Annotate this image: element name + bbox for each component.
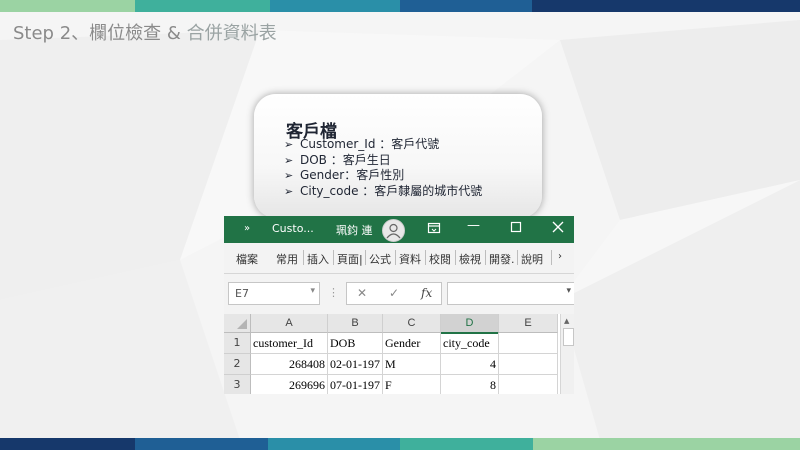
table-cell[interactable]: 268408: [251, 354, 328, 375]
table-cell[interactable]: 8: [441, 375, 499, 394]
table-cell[interactable]: [499, 333, 558, 354]
table-cell[interactable]: [499, 354, 558, 375]
formula-bar: E7 ▾ ⋮ ✕ ✓ fx ▾: [224, 274, 574, 314]
column-header-e[interactable]: E: [499, 314, 558, 333]
arrow-bullet-icon: ➢: [284, 184, 294, 198]
stripe-segment: [400, 438, 533, 450]
table-cell[interactable]: F: [383, 375, 441, 394]
arrow-bullet-icon: ➢: [284, 169, 294, 182]
column-header-a[interactable]: A: [251, 314, 328, 333]
list-item-text: City_code ：客戶隸屬的城市代號: [300, 183, 483, 198]
stripe-segment: [0, 0, 135, 12]
tab-divider: [333, 250, 334, 265]
close-icon[interactable]: [552, 221, 564, 237]
minimize-icon[interactable]: —: [467, 218, 480, 233]
chevron-down-icon[interactable]: ▾: [310, 286, 315, 296]
name-box-value: E7: [235, 287, 249, 300]
tab-formulas[interactable]: 公式: [369, 251, 391, 267]
tab-page-layout[interactable]: 頁面|: [337, 251, 363, 267]
stripe-segment: [268, 438, 400, 450]
tab-review[interactable]: 校閱: [429, 251, 451, 267]
name-box[interactable]: E7 ▾: [228, 282, 320, 305]
tab-home[interactable]: 常用: [276, 251, 298, 267]
table-cell[interactable]: 07-01-197: [328, 375, 383, 394]
tab-divider: [485, 250, 486, 265]
table-cell[interactable]: 4: [441, 354, 499, 375]
scroll-up-icon[interactable]: ▲: [564, 317, 569, 325]
window-title: Custo...: [272, 222, 314, 235]
slide-title-merge: 合併資料表: [186, 23, 277, 44]
top-color-stripe: [0, 0, 800, 12]
table-cell[interactable]: [499, 375, 558, 394]
user-name[interactable]: 珮鈞 連: [336, 222, 373, 238]
tab-divider: [455, 250, 456, 265]
tab-insert[interactable]: 插入: [307, 251, 329, 267]
table-cell[interactable]: M: [383, 354, 441, 375]
worksheet-grid: A B C D E 1 customer_Id DOB Gender city_…: [224, 314, 560, 394]
table-cell[interactable]: customer_Id: [251, 333, 328, 354]
slide-title: Step 2、欄位檢查 & 合併資料表: [13, 19, 277, 45]
excel-window: » Custo... 珮鈞 連 — 檔案 常用 插入 頁面| 公式 資料 校閱 …: [224, 216, 574, 394]
stripe-segment: [135, 0, 270, 12]
tab-divider: [517, 250, 518, 265]
table-cell[interactable]: 269696: [251, 375, 328, 394]
user-avatar-icon[interactable]: [382, 219, 405, 242]
maximize-icon[interactable]: [510, 221, 522, 237]
table-cell[interactable]: 02-01-197: [328, 354, 383, 375]
tab-divider: [395, 250, 396, 265]
column-header-c[interactable]: C: [383, 314, 441, 333]
field-list: ➢ Customer_Id ：客戶代號 ➢ DOB ：客戶生日 ➢ Gender：客戶…: [284, 137, 482, 199]
list-item: ➢ Gender：客戶性別: [284, 168, 482, 184]
list-item: ➢ Customer_Id ：客戶代號: [284, 137, 482, 153]
check-icon[interactable]: ✓: [389, 286, 399, 300]
arrow-bullet-icon: ➢: [284, 138, 294, 151]
row-header[interactable]: 2: [224, 354, 251, 375]
formula-input[interactable]: ▾: [447, 282, 574, 305]
ribbon-scroll-right-icon[interactable]: ›: [558, 251, 562, 262]
more-options-icon[interactable]: ⋮: [328, 286, 339, 299]
excel-title-bar: » Custo... 珮鈞 連 —: [224, 216, 574, 243]
formula-buttons: ✕ ✓ fx: [346, 282, 442, 305]
select-all-corner[interactable]: [224, 314, 251, 333]
stripe-segment: [533, 438, 800, 450]
stripe-segment: [0, 438, 135, 450]
tab-file[interactable]: 檔案: [236, 251, 258, 267]
column-header-d[interactable]: D: [441, 314, 499, 334]
stripe-segment: [400, 0, 532, 12]
stripe-segment: [135, 438, 268, 450]
list-item-text: DOB ：客戶生日: [300, 152, 391, 167]
table-cell[interactable]: DOB: [328, 333, 383, 354]
table-cell[interactable]: Gender: [383, 333, 441, 354]
insert-function-icon[interactable]: fx: [421, 286, 432, 300]
list-item: ➢ DOB ：客戶生日: [284, 153, 482, 169]
arrow-bullet-icon: ➢: [284, 153, 294, 167]
stripe-segment: [270, 0, 400, 12]
row-header[interactable]: 1: [224, 333, 251, 354]
tab-view[interactable]: 檢視: [459, 251, 481, 267]
ribbon-tabs: 檔案 常用 插入 頁面| 公式 資料 校閱 檢視 開發. 說明 ›: [224, 243, 574, 274]
customer-file-card: 客戶檔 ➢ Customer_Id ：客戶代號 ➢ DOB ：客戶生日 ➢ Gende…: [254, 94, 542, 218]
expand-formula-bar-icon[interactable]: ▾: [566, 286, 571, 296]
tab-divider: [303, 250, 304, 265]
tab-help[interactable]: 說明: [521, 251, 543, 267]
tab-data[interactable]: 資料: [399, 251, 421, 267]
row-header[interactable]: 3: [224, 375, 251, 394]
tab-divider: [551, 250, 552, 265]
list-item: ➢ City_code ：客戶隸屬的城市代號: [284, 184, 482, 200]
scrollbar-thumb[interactable]: [563, 328, 574, 346]
tab-divider: [365, 250, 366, 265]
bottom-color-stripe: [0, 438, 800, 450]
vertical-scrollbar[interactable]: ▲: [560, 314, 574, 394]
slide-title-step: Step 2、欄位檢查 &: [13, 23, 187, 44]
ribbon-display-options-icon[interactable]: [427, 221, 441, 239]
column-header-b[interactable]: B: [328, 314, 383, 333]
table-cell[interactable]: city_code: [441, 333, 499, 354]
stripe-segment: [532, 0, 800, 12]
quick-access-expand-icon[interactable]: »: [244, 223, 250, 234]
list-item-text: Customer_Id ：客戶代號: [300, 137, 440, 151]
cancel-icon[interactable]: ✕: [357, 286, 367, 300]
list-item-text: Gender：客戶性別: [300, 168, 405, 182]
tab-divider: [425, 250, 426, 265]
tab-developer[interactable]: 開發.: [489, 251, 515, 267]
